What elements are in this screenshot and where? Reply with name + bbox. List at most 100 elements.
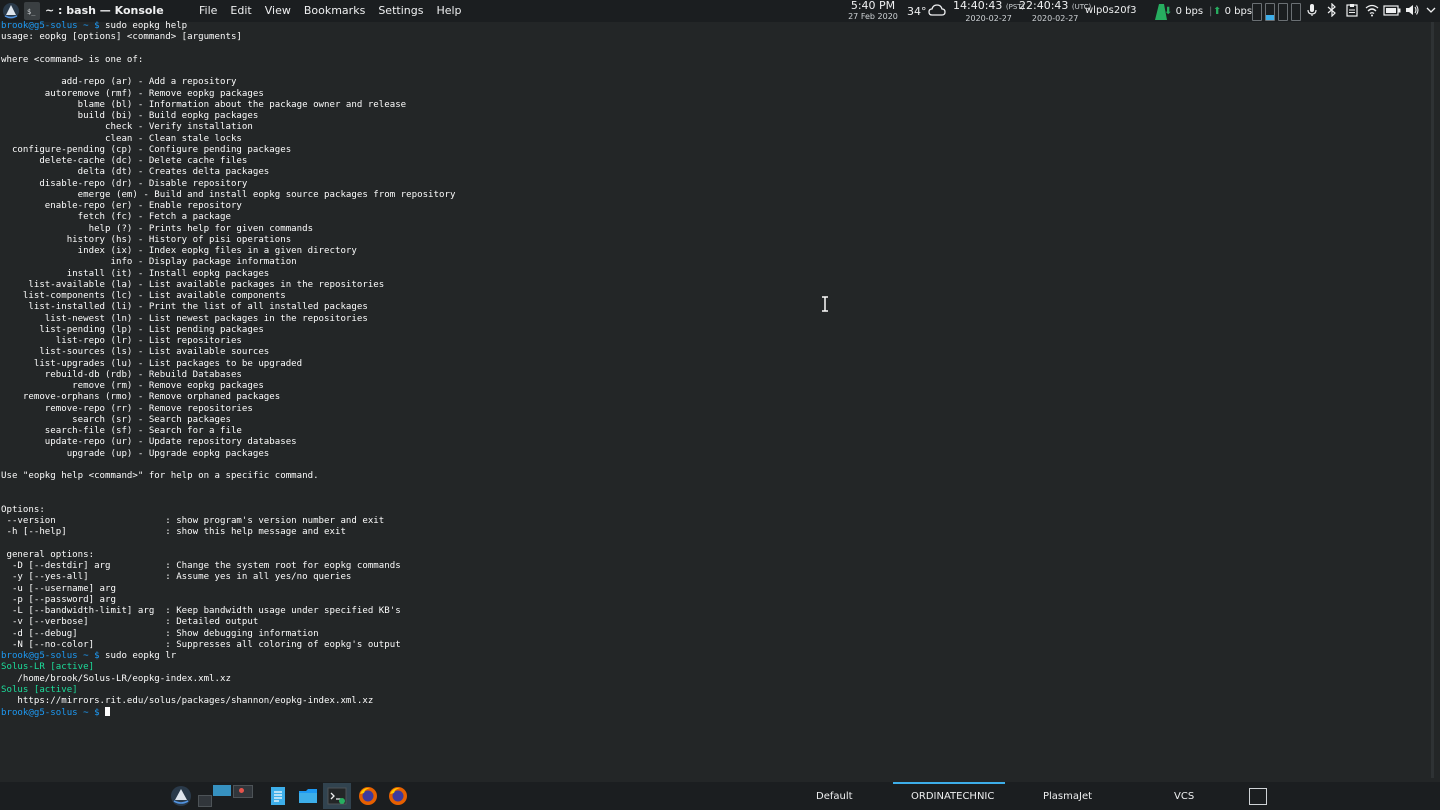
up-arrow-icon: ⬆: [1213, 6, 1222, 17]
upload-rate-value: 0 bps: [1224, 6, 1253, 17]
cpu-core-bar: [1278, 3, 1288, 21]
output-line: -N [--no-color] : Suppresses all colorin…: [1, 639, 401, 650]
output-line: usage: eopkg [options] <command> [argume…: [1, 32, 242, 43]
output-line: list-sources (ls) - List available sourc…: [1, 347, 270, 358]
output-line: -D [--destdir] arg : Change the system r…: [1, 561, 401, 571]
terminal-scrollbar[interactable]: [1431, 22, 1434, 778]
output-line: blame (bl) - Information about the packa…: [1, 99, 407, 110]
cpu-core-bar: [1252, 3, 1262, 21]
text-editor-icon[interactable]: [267, 785, 289, 807]
output-line: --version : show program's version numbe…: [1, 516, 385, 526]
output-line: -h [--help] : show this help message and…: [1, 527, 346, 538]
konsole-icon: $_: [24, 2, 40, 20]
output-line: enable-repo (er) - Enable repository: [1, 201, 242, 211]
menu-view[interactable]: View: [265, 4, 291, 17]
output-line: add-repo (ar) - Add a repository: [1, 77, 237, 88]
clock-time: 5:40 PM: [850, 0, 896, 12]
volume-icon[interactable]: [1405, 3, 1419, 17]
output-line: autoremove (rmf) - Remove eopkg packages: [1, 88, 264, 99]
panel-expand-icon[interactable]: [1425, 3, 1437, 17]
app-launcher-icon[interactable]: [170, 785, 192, 807]
file-manager-icon[interactable]: [297, 785, 319, 807]
menu-bar: File Edit View Bookmarks Settings Help: [199, 4, 475, 17]
rate-separator: |: [1209, 6, 1213, 17]
output-line: help (?) - Prints help for given command…: [1, 223, 314, 234]
command-text: sudo eopkg lr: [105, 651, 177, 661]
activity-ordinatechnic[interactable]: ORDINATECHNIC: [911, 791, 994, 802]
digital-clock[interactable]: 5:40 PM 27 Feb 2020: [848, 0, 898, 22]
window-title: ~ : bash — Konsole: [45, 4, 164, 17]
output-line: -u [--username] arg: [1, 583, 116, 594]
output-line: upgrade (up) - Upgrade eopkg packages: [1, 448, 270, 459]
download-rate[interactable]: ⬇ 0 bps: [1164, 6, 1203, 17]
solus-launcher-icon[interactable]: [2, 2, 20, 20]
utc-time: 22:40:43: [1019, 0, 1069, 12]
network-interface-label[interactable]: wlp0s20f3: [1085, 5, 1136, 16]
command-line: brook@g5-solus ~ $ sudo eopkg help: [1, 21, 187, 32]
konsole-task-button[interactable]: [323, 783, 351, 809]
cpu-core-bar-fill: [1266, 15, 1274, 20]
command-line: brook@g5-solus ~ $ sudo eopkg lr: [1, 651, 176, 662]
cpu-core-bar: [1291, 3, 1301, 21]
weather-temperature[interactable]: 34°: [907, 5, 927, 18]
prompt-separator: ~ $: [77, 708, 106, 719]
menu-help[interactable]: Help: [436, 4, 461, 17]
output-line: fetch (fc) - Fetch a package: [1, 212, 231, 223]
output-line: check - Verify installation: [1, 122, 253, 133]
output-line: list-components (lc) - List available co…: [1, 291, 286, 301]
show-desktop-button[interactable]: [1249, 788, 1267, 805]
konsole-task-icon: [327, 787, 347, 805]
menu-edit[interactable]: Edit: [230, 4, 251, 17]
output-line: -y [--yes-all] : Assume yes in all yes/n…: [1, 572, 352, 583]
prompt-user: brook@g5-solus: [1, 21, 78, 31]
output-line: clean - Clean stale locks: [1, 133, 242, 144]
repo-status-line: Solus-LR [active]: [1, 662, 95, 673]
menu-settings[interactable]: Settings: [378, 4, 423, 17]
output-line: update-repo (ur) - Update repository dat…: [1, 437, 297, 448]
output-line: info - Display package information: [1, 257, 297, 268]
output-line: search (sr) - Search packages: [1, 414, 231, 425]
firefox-icon-2[interactable]: [387, 785, 409, 807]
microphone-icon[interactable]: [1305, 3, 1319, 17]
wifi-icon[interactable]: [1365, 3, 1379, 17]
pager-icon[interactable]: [196, 785, 256, 807]
output-line: list-pending (lp) - List pending package…: [1, 324, 264, 335]
pst-time: 14:40:43: [953, 0, 1003, 12]
output-line: Options:: [1, 504, 45, 515]
output-line: rebuild-db (rdb) - Rebuild Databases: [1, 369, 242, 380]
block-cursor: [105, 707, 111, 717]
prompt-user: brook@g5-solus: [1, 651, 78, 661]
activity-plasmajet[interactable]: PlasmaJet: [1043, 791, 1092, 802]
output-line: build (bi) - Build eopkg packages: [1, 111, 259, 121]
output-line: delete-cache (dc) - Delete cache files: [1, 156, 248, 166]
output-line: -v [--verbose] : Detailed output: [1, 617, 259, 628]
bottom-panel: Default ORDINATECHNIC PlasmaJet VCS: [0, 782, 1440, 810]
terminal-output[interactable]: brook@g5-solus ~ $ sudo eopkg help usage:…: [1, 21, 1431, 776]
repo-status-line: Solus [active]: [1, 684, 78, 695]
output-line: remove-repo (rr) - Remove repositories: [1, 403, 253, 414]
active-activity-indicator: [893, 782, 1005, 784]
output-line: -p [--password] arg: [1, 594, 116, 605]
battery-icon[interactable]: [1383, 3, 1401, 17]
top-panel: $_ ~ : bash — Konsole File Edit View Bookma…: [0, 0, 1440, 23]
output-line: general options:: [1, 549, 95, 560]
output-line: list-repo (lr) - List repositories: [1, 336, 242, 346]
menu-file[interactable]: File: [199, 4, 217, 17]
output-line: remove (rm) - Remove eopkg packages: [1, 381, 264, 391]
clipboard-icon[interactable]: [1345, 3, 1359, 17]
upload-rate[interactable]: ⬆ 0 bps: [1213, 6, 1252, 17]
down-arrow-icon: ⬇: [1164, 6, 1173, 17]
output-line: configure-pending (cp) - Configure pendi…: [1, 144, 292, 155]
cloud-icon[interactable]: [928, 3, 946, 19]
activity-default[interactable]: Default: [816, 791, 853, 802]
bluetooth-icon[interactable]: [1325, 3, 1339, 17]
output-line: install (it) - Install eopkg packages: [1, 268, 270, 279]
activity-vcs[interactable]: VCS: [1174, 791, 1194, 802]
menu-bookmarks[interactable]: Bookmarks: [304, 4, 365, 17]
output-line: history (hs) - History of pisi operation…: [1, 234, 292, 245]
output-line: list-installed (li) - Print the list of …: [1, 302, 368, 313]
output-line: -d [--debug] : Show debugging informatio…: [1, 628, 319, 639]
download-rate-value: 0 bps: [1175, 6, 1204, 17]
output-line: remove-orphans (rmo) - Remove orphaned p…: [1, 392, 281, 403]
firefox-icon[interactable]: [357, 785, 379, 807]
